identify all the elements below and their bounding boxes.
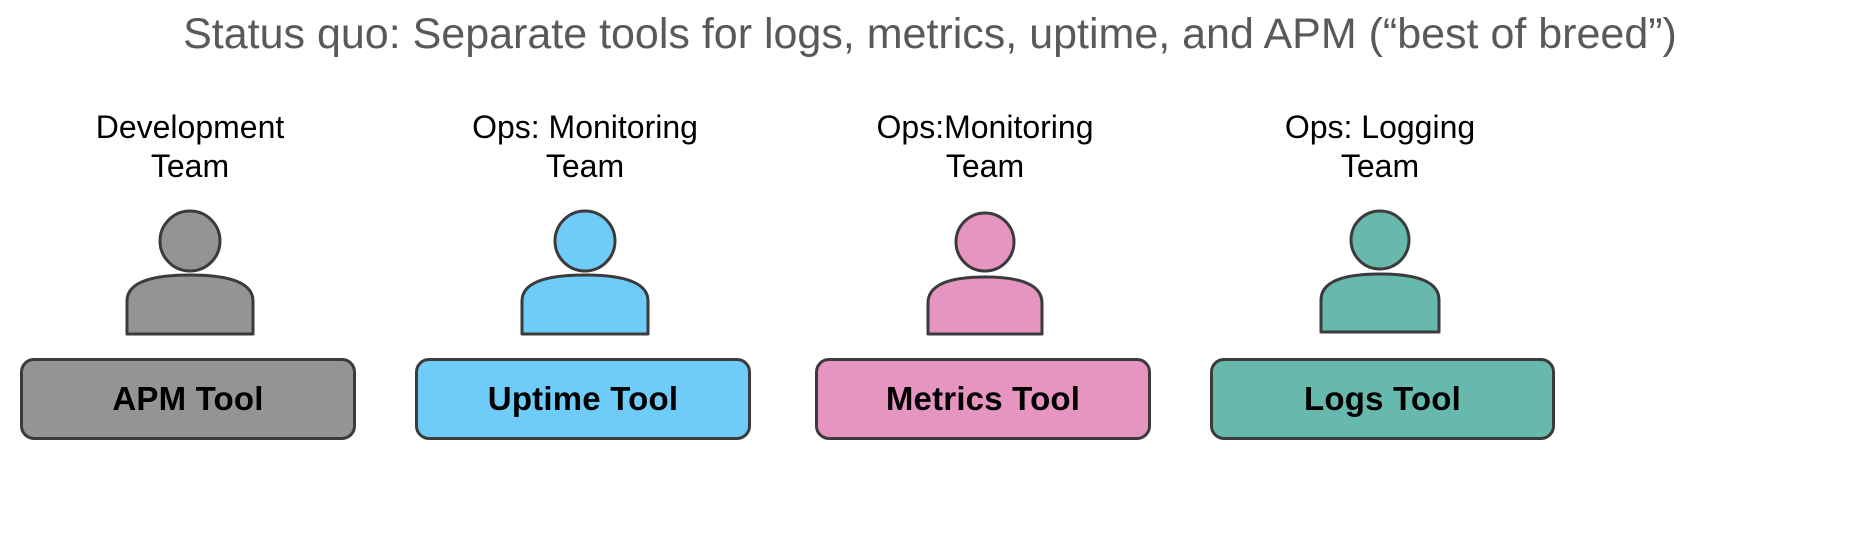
tool-column-logs: Ops: Logging Team Logs Tool [1210,100,1555,552]
tool-button-uptime[interactable]: Uptime Tool [415,358,751,440]
team-label: Ops:Monitoring Team [876,109,1094,184]
tool-column-apm: Development Team APM Tool [20,100,360,552]
tool-button-label: Metrics Tool [885,380,1081,417]
tool-button-logs[interactable]: Logs Tool [1210,358,1555,440]
person-icon [512,206,658,338]
tool-button-apm[interactable]: APM Tool [20,358,356,440]
person-icon [117,206,263,338]
team-label: Ops: Monitoring Team [472,109,698,184]
tool-button-label: Uptime Tool [487,380,679,417]
team-label: Ops: Logging Team [1284,109,1476,184]
tool-button-label: Logs Tool [1304,380,1461,417]
team-label: Development Team [95,109,285,184]
slide-canvas: Status quo: Separate tools for logs, met… [0,0,1860,552]
tool-button-metrics[interactable]: Metrics Tool [815,358,1151,440]
page-title: Status quo: Separate tools for logs, met… [183,10,1677,58]
person-icon [912,206,1058,338]
person-icon [1307,206,1453,338]
tool-column-metrics: Ops:Monitoring Team Metrics Tool [815,100,1155,552]
tool-column-uptime: Ops: Monitoring Team Uptime Tool [415,100,755,552]
tool-button-label: APM Tool [112,380,264,417]
